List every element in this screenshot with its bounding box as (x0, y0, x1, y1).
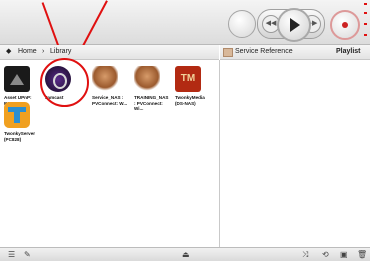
settings-wrench-icon[interactable]: ✎ (24, 249, 31, 260)
service-reference-header: Service Reference Playlist (220, 45, 370, 60)
asset-upnp-icon (4, 66, 30, 92)
library-item-label: TRAINING_NAS : PVConnect: Wi... (134, 95, 169, 112)
record-icon (342, 22, 348, 28)
play-icon (290, 18, 300, 32)
figure-icon (92, 66, 118, 92)
library-header: ◆ Home › Library (0, 45, 219, 60)
trash-icon[interactable]: 🗑 (357, 249, 367, 260)
play-button[interactable] (277, 8, 311, 42)
annotation-mark (364, 12, 367, 14)
annotation-mark (364, 23, 367, 25)
annotation-circle (40, 58, 89, 107)
breadcrumb-home[interactable]: Home (18, 45, 37, 59)
volume-knob[interactable] (228, 10, 256, 38)
library-item[interactable]: TRAINING_NAS : PVConnect: Wi... (134, 66, 172, 112)
library-item-label: TwonkyMedia (DS-NAS) (175, 95, 205, 106)
library-item-label: TwonkyServer (PC828) (4, 131, 36, 142)
service-reference-icon (223, 48, 233, 57)
record-button[interactable] (330, 10, 360, 40)
list-view-icon[interactable]: ☰ (8, 249, 15, 260)
repeat-icon[interactable]: ⟲ (322, 249, 329, 260)
library-item[interactable]: TM TwonkyMedia (DS-NAS) (175, 66, 213, 106)
twonkymedia-icon: TM (175, 66, 201, 92)
annotation-mark (364, 3, 367, 5)
figure-icon (134, 66, 160, 92)
playlist-tab[interactable]: Playlist (336, 45, 361, 59)
library-pane: Asset UPnP: RSPNAS Jamcast Service_NAS :… (0, 58, 220, 247)
service-reference-pane (220, 60, 370, 247)
annotation-mark (364, 34, 367, 36)
twonkyserver-icon (4, 102, 30, 128)
library-item[interactable]: TwonkyServer (PC828) (4, 102, 42, 142)
breadcrumb-separator: › (42, 48, 45, 55)
service-reference-title: Service Reference (235, 48, 293, 55)
save-icon[interactable]: ▣ (340, 249, 348, 260)
shuffle-icon[interactable]: ⤨ (302, 249, 308, 260)
back-arrow-icon[interactable]: ◆ (6, 45, 11, 59)
breadcrumb-current[interactable]: Library (50, 45, 71, 59)
bottom-toolbar: ☰ ✎ ⏏ ⤨ ⟲ ▣ 🗑 (0, 247, 370, 261)
library-item-label: Service_NAS : PVConnect: W... (92, 95, 128, 106)
library-item[interactable]: Service_NAS : PVConnect: W... (92, 66, 130, 106)
library-item[interactable]: Asset UPnP: RSPNAS (4, 66, 42, 106)
eject-icon[interactable]: ⏏ (182, 249, 190, 260)
